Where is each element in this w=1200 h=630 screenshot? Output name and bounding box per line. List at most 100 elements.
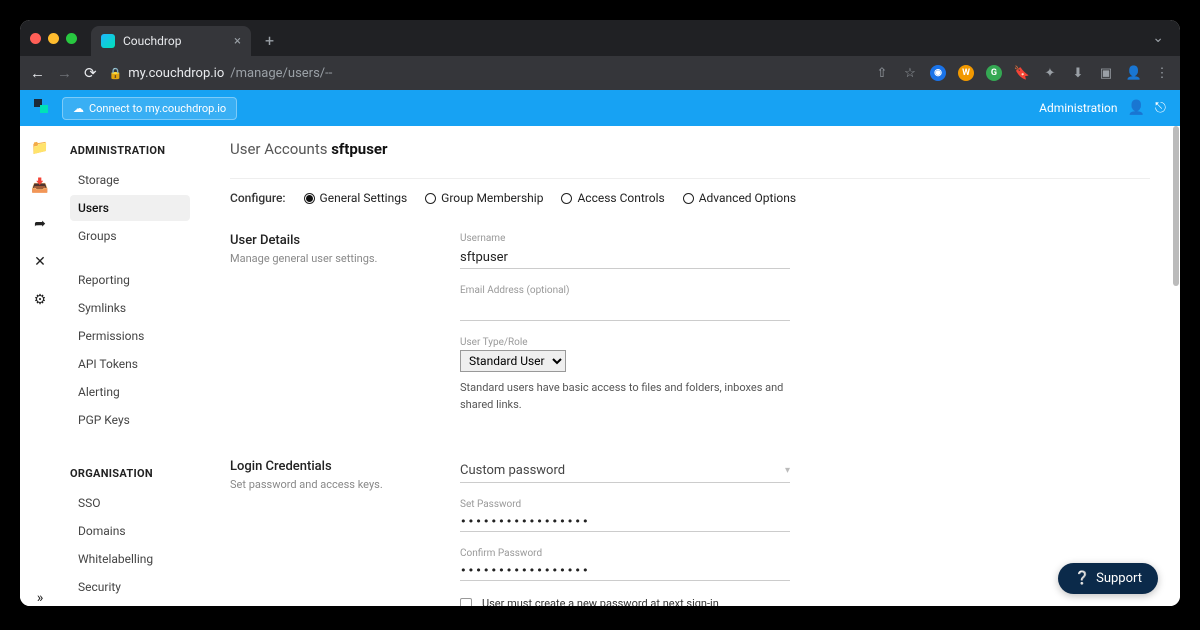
icon-rail: 📁 📥 ➦ ✕ ⚙ » bbox=[20, 126, 60, 606]
sidebar-item-billing[interactable]: Billing bbox=[70, 602, 190, 606]
chevron-down-icon: ▾ bbox=[785, 465, 790, 476]
rail-inbox-icon[interactable]: 📥 bbox=[31, 178, 48, 194]
sidebar-item-whitelabelling[interactable]: Whitelabelling bbox=[70, 546, 190, 572]
help-icon: ❔ bbox=[1074, 571, 1090, 586]
forward-button[interactable]: → bbox=[57, 64, 72, 82]
address-bar: ← → ⟳ 🔒 my.couchdrop.io/manage/users/-- … bbox=[20, 56, 1180, 90]
tab-access-controls[interactable]: Access Controls bbox=[561, 191, 664, 205]
set-password-input[interactable]: ••••••••••••••••• bbox=[460, 512, 790, 532]
app-logo-icon[interactable] bbox=[34, 99, 52, 117]
confirm-password-label: Confirm Password bbox=[460, 548, 790, 559]
tab-advanced-options[interactable]: Advanced Options bbox=[683, 191, 796, 205]
reload-button[interactable]: ⟳ bbox=[84, 64, 97, 82]
password-mode-dropdown[interactable]: Custom password ▾ bbox=[460, 459, 790, 483]
set-password-label: Set Password bbox=[460, 499, 790, 510]
menu-dots-icon[interactable]: ⋮ bbox=[1154, 65, 1170, 81]
radio-icon bbox=[683, 193, 694, 204]
sidebar-heading-administration: ADMINISTRATION bbox=[70, 144, 190, 157]
login-desc: Set password and access keys. bbox=[230, 478, 430, 491]
extension-icons: ⇧ ☆ ◉ W G 🔖 ✦ ⬇ ▣ 👤 ⋮ bbox=[874, 65, 1170, 81]
share-icon[interactable]: ⇧ bbox=[874, 65, 890, 81]
url-field[interactable]: 🔒 my.couchdrop.io/manage/users/-- bbox=[109, 66, 333, 81]
sidebar-item-alerting[interactable]: Alerting bbox=[70, 379, 190, 405]
back-button[interactable]: ← bbox=[30, 64, 45, 82]
role-label: User Type/Role bbox=[460, 337, 790, 348]
rail-share-icon[interactable]: ➦ bbox=[34, 216, 46, 232]
checkbox-icon[interactable] bbox=[460, 598, 472, 607]
administration-link[interactable]: Administration bbox=[1039, 101, 1117, 115]
force-new-password-row[interactable]: User must create a new password at next … bbox=[460, 597, 790, 606]
role-select[interactable]: Standard User bbox=[460, 350, 566, 372]
connect-label: Connect to my.couchdrop.io bbox=[89, 102, 226, 115]
lock-icon: 🔒 bbox=[109, 67, 123, 80]
panel-icon[interactable]: ▣ bbox=[1098, 65, 1114, 81]
tab-close-icon[interactable]: × bbox=[234, 34, 241, 49]
logout-icon[interactable]: ⎋ bbox=[1155, 100, 1166, 116]
app-header: ☁ Connect to my.couchdrop.io Administrat… bbox=[20, 90, 1180, 126]
titlebar: Couchdrop × + ⌄ bbox=[20, 20, 1180, 56]
rail-expand-icon[interactable]: » bbox=[37, 590, 44, 606]
page-title: User Accounts sftpuser bbox=[230, 140, 1150, 158]
radio-selected-icon bbox=[304, 193, 315, 204]
sidebar-item-api-tokens[interactable]: API Tokens bbox=[70, 351, 190, 377]
scrollbar-thumb[interactable] bbox=[1173, 126, 1179, 286]
configure-tabs: Configure: General Settings Group Member… bbox=[230, 191, 1150, 205]
browser-tab[interactable]: Couchdrop × bbox=[91, 26, 251, 56]
rail-robot-icon[interactable]: ⚙ bbox=[34, 292, 47, 308]
connect-button[interactable]: ☁ Connect to my.couchdrop.io bbox=[62, 97, 237, 120]
confirm-password-input[interactable]: ••••••••••••••••• bbox=[460, 561, 790, 581]
sidebar-item-security[interactable]: Security bbox=[70, 574, 190, 600]
radio-icon bbox=[425, 193, 436, 204]
tab-general-settings[interactable]: General Settings bbox=[304, 191, 408, 205]
sidebar-heading-organisation: ORGANISATION bbox=[70, 467, 190, 480]
sidebar-item-reporting[interactable]: Reporting bbox=[70, 267, 190, 293]
sidebar-item-sso[interactable]: SSO bbox=[70, 490, 190, 516]
tab-group-membership[interactable]: Group Membership bbox=[425, 191, 543, 205]
maximize-window-icon[interactable] bbox=[66, 33, 77, 44]
url-path: /manage/users/-- bbox=[230, 66, 332, 81]
bookmark-tag-icon[interactable]: 🔖 bbox=[1014, 65, 1030, 81]
page-title-user: sftpuser bbox=[331, 140, 387, 158]
sidebar-item-pgp-keys[interactable]: PGP Keys bbox=[70, 407, 190, 433]
user-details-desc: Manage general user settings. bbox=[230, 252, 430, 265]
extension-1-icon[interactable]: ◉ bbox=[930, 65, 946, 81]
new-tab-button[interactable]: + bbox=[265, 31, 274, 50]
extensions-puzzle-icon[interactable]: ✦ bbox=[1042, 65, 1058, 81]
user-details-title: User Details bbox=[230, 233, 430, 248]
minimize-window-icon[interactable] bbox=[48, 33, 59, 44]
user-icon[interactable]: 👤 bbox=[1127, 100, 1144, 116]
sidebar-item-groups[interactable]: Groups bbox=[70, 223, 190, 249]
download-icon[interactable]: ⬇ bbox=[1070, 65, 1086, 81]
password-mode-value: Custom password bbox=[460, 463, 565, 478]
role-help-text: Standard users have basic access to file… bbox=[460, 380, 790, 413]
extension-2-icon[interactable]: W bbox=[958, 65, 974, 81]
main-content: User Accounts sftpuser Configure: Genera… bbox=[200, 126, 1180, 606]
login-title: Login Credentials bbox=[230, 459, 430, 474]
profile-icon[interactable]: 👤 bbox=[1126, 65, 1142, 81]
close-window-icon[interactable] bbox=[30, 33, 41, 44]
divider bbox=[230, 178, 1150, 179]
username-input[interactable] bbox=[460, 247, 790, 269]
app-body: 📁 📥 ➦ ✕ ⚙ » ADMINISTRATION Storage Users… bbox=[20, 126, 1180, 606]
sidebar-item-users[interactable]: Users bbox=[70, 195, 190, 221]
rail-folder-icon[interactable]: 📁 bbox=[31, 140, 48, 156]
star-icon[interactable]: ☆ bbox=[902, 65, 918, 81]
extension-3-icon[interactable]: G bbox=[986, 65, 1002, 81]
page-title-prefix: User Accounts bbox=[230, 140, 327, 158]
email-label: Email Address (optional) bbox=[460, 285, 790, 296]
support-button[interactable]: ❔ Support bbox=[1058, 563, 1158, 594]
section-user-details: User Details Manage general user setting… bbox=[230, 233, 1150, 429]
url-host: my.couchdrop.io bbox=[128, 66, 224, 81]
scrollbar[interactable] bbox=[1172, 126, 1180, 606]
sidebar-item-permissions[interactable]: Permissions bbox=[70, 323, 190, 349]
sidebar-item-domains[interactable]: Domains bbox=[70, 518, 190, 544]
sidebar: ADMINISTRATION Storage Users Groups Repo… bbox=[60, 126, 200, 606]
window-menu-chevron-icon[interactable]: ⌄ bbox=[1152, 30, 1164, 46]
sidebar-item-symlinks[interactable]: Symlinks bbox=[70, 295, 190, 321]
sidebar-item-storage[interactable]: Storage bbox=[70, 167, 190, 193]
email-input[interactable] bbox=[460, 299, 790, 321]
rail-shuffle-icon[interactable]: ✕ bbox=[34, 254, 46, 270]
traffic-lights bbox=[30, 33, 77, 44]
tab-title: Couchdrop bbox=[123, 34, 181, 48]
section-login-credentials: Login Credentials Set password and acces… bbox=[230, 459, 1150, 606]
